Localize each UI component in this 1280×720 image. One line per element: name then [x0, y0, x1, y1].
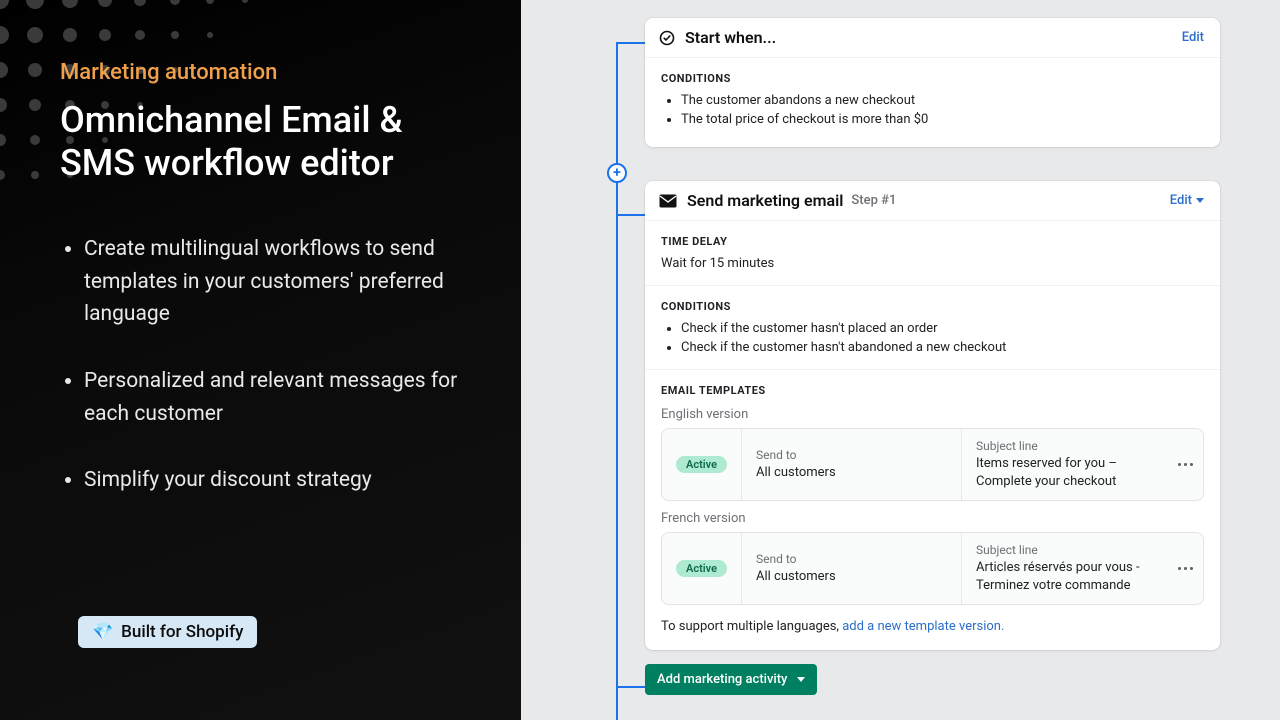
- condition-item: Check if the customer hasn't placed an o…: [681, 321, 1204, 336]
- email-templates-label: EMAIL TEMPLATES: [661, 384, 1204, 397]
- conditions-label: CONDITIONS: [661, 72, 1204, 85]
- headline: Omnichannel Email & SMS workflow editor: [60, 99, 461, 185]
- send-to-label: Send to: [756, 552, 947, 566]
- feature-bullet: Create multilingual workflows to send te…: [84, 233, 461, 331]
- status-badge: Active: [676, 456, 727, 473]
- flow-connector-vertical: [616, 42, 618, 720]
- chevron-down-icon: [797, 677, 805, 682]
- feature-bullet: Personalized and relevant messages for e…: [84, 365, 461, 430]
- status-badge: Active: [676, 560, 727, 577]
- eyebrow: Marketing automation: [60, 60, 461, 85]
- edit-email-step-link[interactable]: Edit: [1170, 193, 1204, 208]
- condition-item: Check if the customer hasn't abandoned a…: [681, 340, 1204, 355]
- condition-item: The total price of checkout is more than…: [681, 112, 1204, 127]
- start-card-title: Start when...: [685, 28, 776, 47]
- flow-connector-horizontal: [616, 42, 646, 44]
- add-template-version-link[interactable]: add a new template version.: [842, 619, 1004, 634]
- add-marketing-activity-button[interactable]: Add marketing activity: [645, 664, 817, 695]
- template-more-menu[interactable]: [1167, 429, 1203, 500]
- condition-item: The customer abandons a new checkout: [681, 93, 1204, 108]
- email-step-title: Send marketing email: [687, 191, 843, 210]
- subject-value: Items reserved for you – Complete your c…: [976, 455, 1153, 490]
- workflow-canvas: Start when... Edit CONDITIONS The custom…: [521, 0, 1280, 720]
- diamond-icon: 💎: [92, 622, 113, 642]
- start-trigger-card: Start when... Edit CONDITIONS The custom…: [645, 18, 1220, 147]
- template-row-english[interactable]: Active Send to All customers Subject lin…: [661, 428, 1204, 501]
- check-circle-icon: [659, 30, 675, 46]
- subject-value: Articles réservés pour vous - Terminez v…: [976, 559, 1153, 594]
- feature-bullets: Create multilingual workflows to send te…: [60, 233, 461, 496]
- mail-icon: [659, 194, 677, 208]
- email-conditions-list: Check if the customer hasn't placed an o…: [661, 321, 1204, 355]
- built-for-shopify-badge: 💎 Built for Shopify: [78, 616, 257, 648]
- flow-connector-horizontal: [616, 686, 646, 688]
- conditions-label: CONDITIONS: [661, 300, 1204, 313]
- time-delay-value: Wait for 15 minutes: [661, 256, 1204, 271]
- template-more-menu[interactable]: [1167, 533, 1203, 604]
- support-languages-text: To support multiple languages, add a new…: [661, 619, 1204, 634]
- email-step-card: Send marketing email Step #1 Edit TIME D…: [645, 181, 1220, 650]
- left-promo-panel: Marketing automation Omnichannel Email &…: [0, 0, 521, 720]
- time-delay-label: TIME DELAY: [661, 235, 1204, 248]
- edit-start-link[interactable]: Edit: [1182, 30, 1204, 45]
- template-row-french[interactable]: Active Send to All customers Subject lin…: [661, 532, 1204, 605]
- badge-label: Built for Shopify: [121, 622, 243, 642]
- send-to-value: All customers: [756, 568, 947, 586]
- chevron-down-icon: [1196, 198, 1204, 203]
- subject-label: Subject line: [976, 543, 1153, 557]
- template-version-label: French version: [661, 511, 1204, 526]
- template-version-label: English version: [661, 407, 1204, 422]
- flow-connector-horizontal: [616, 214, 646, 216]
- send-to-value: All customers: [756, 464, 947, 482]
- feature-bullet: Simplify your discount strategy: [84, 464, 461, 497]
- subject-label: Subject line: [976, 439, 1153, 453]
- start-conditions-list: The customer abandons a new checkout The…: [661, 93, 1204, 127]
- add-step-node[interactable]: +: [607, 163, 627, 183]
- step-number: Step #1: [851, 193, 896, 208]
- send-to-label: Send to: [756, 448, 947, 462]
